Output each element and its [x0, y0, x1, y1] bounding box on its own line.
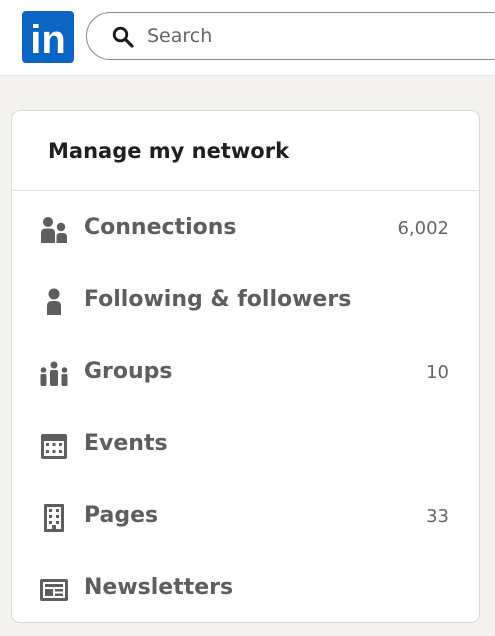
nav-item-pages[interactable]: Pages 33 [12, 481, 479, 553]
calendar-icon [41, 434, 67, 459]
manage-network-card: Manage my network Connections 6,002 Foll… [11, 110, 480, 623]
search-icon [112, 26, 134, 48]
nav-item-connections[interactable]: Connections 6,002 [12, 193, 479, 265]
people-icon [41, 217, 67, 243]
nav-item-events[interactable]: Events [12, 409, 479, 481]
top-nav-bar: in [0, 0, 495, 76]
building-icon [44, 504, 64, 532]
card-title: Manage my network [48, 139, 290, 163]
search-input[interactable] [147, 19, 487, 53]
logo-text: in [30, 18, 66, 62]
nav-label-following-followers: Following & followers [84, 287, 352, 312]
newspaper-icon [40, 579, 68, 601]
nav-item-following-followers[interactable]: Following & followers [12, 265, 479, 337]
person-icon [47, 288, 61, 315]
divider [12, 190, 479, 191]
pages-count: 33 [426, 506, 449, 527]
nav-label-newsletters: Newsletters [84, 575, 234, 600]
nav-item-newsletters[interactable]: Newsletters [12, 553, 479, 625]
linkedin-logo-icon[interactable]: in [22, 11, 74, 63]
search-bar[interactable] [86, 12, 495, 60]
groups-count: 10 [426, 362, 449, 383]
group-icon [40, 361, 68, 386]
nav-label-events: Events [84, 431, 168, 456]
nav-label-pages: Pages [84, 503, 159, 528]
nav-label-groups: Groups [84, 359, 173, 384]
nav-label-connections: Connections [84, 215, 237, 240]
connections-count: 6,002 [397, 218, 449, 239]
nav-item-groups[interactable]: Groups 10 [12, 337, 479, 409]
